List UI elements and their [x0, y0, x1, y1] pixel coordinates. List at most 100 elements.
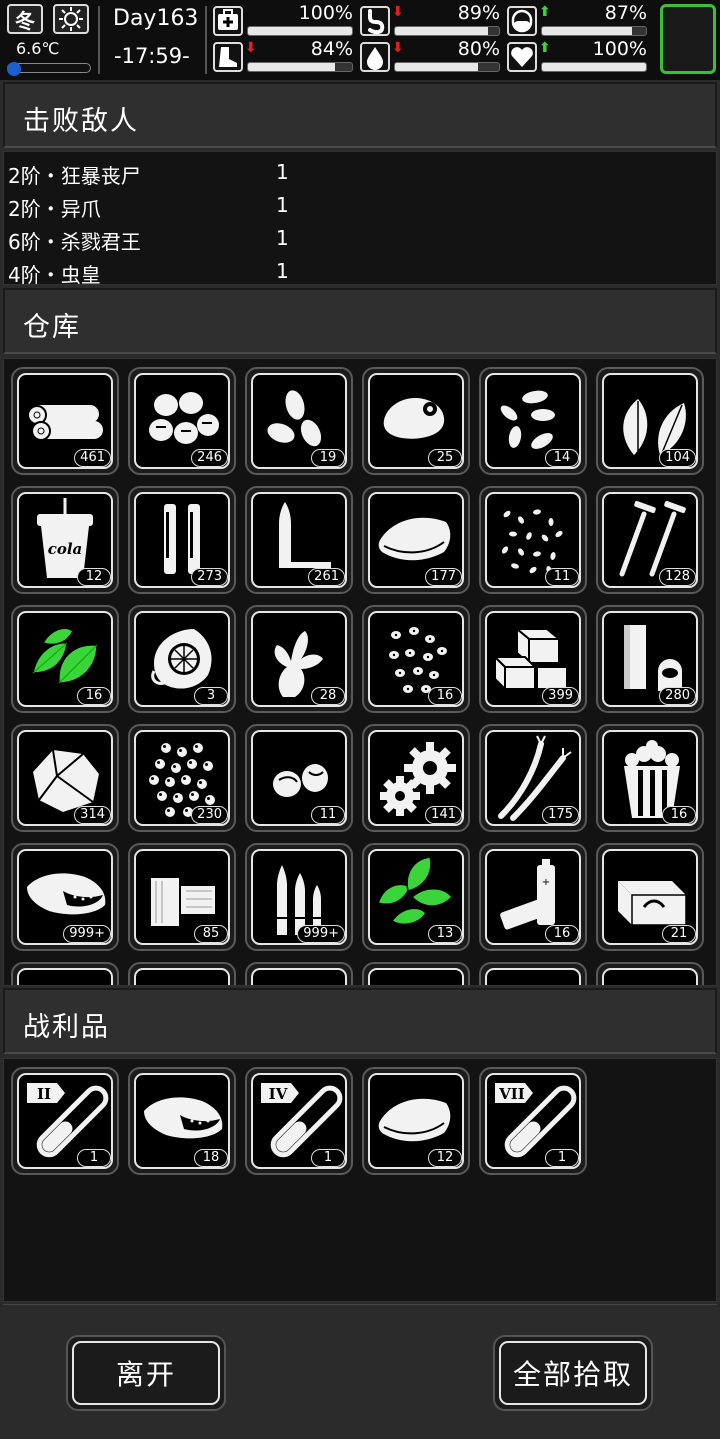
- inventory-slot[interactable]: 14: [479, 367, 587, 475]
- inventory-slot[interactable]: 16: [596, 724, 704, 832]
- inventory-slot[interactable]: 177: [362, 486, 470, 594]
- inventory-slot[interactable]: 11: [245, 724, 353, 832]
- boot-icon: [213, 42, 243, 72]
- temperature-indicator: [7, 62, 21, 76]
- stat-value: 84%: [310, 38, 353, 60]
- inventory-slot[interactable]: 12: [362, 1067, 470, 1175]
- inventory-slot[interactable]: cola 12: [11, 486, 119, 594]
- item-quantity: 261: [308, 568, 345, 586]
- stat-value: 100%: [592, 38, 647, 60]
- inventory-slot[interactable]: 246: [128, 367, 236, 475]
- item-quantity: 314: [74, 806, 111, 824]
- stat-bar: [247, 62, 353, 72]
- item-quantity: 175: [542, 806, 579, 824]
- item-quantity: 999+: [63, 925, 111, 943]
- item-icon: [134, 968, 230, 985]
- inventory-slot[interactable]: [128, 962, 236, 985]
- up-arrow-icon: ⬆: [539, 4, 551, 20]
- inventory-slot[interactable]: 85: [128, 843, 236, 951]
- enemy-count: 1: [276, 160, 289, 184]
- inventory-slot[interactable]: 175: [479, 724, 587, 832]
- inventory-slot[interactable]: +16: [479, 843, 587, 951]
- stat-mood: ⬆ 100%: [507, 38, 647, 74]
- inventory-slot[interactable]: 999+: [245, 843, 353, 951]
- enemy-name: 2阶・异爪: [8, 197, 101, 221]
- inventory-slot[interactable]: 280: [596, 605, 704, 713]
- item-quantity: 999+: [297, 925, 345, 943]
- item-quantity: 85: [194, 925, 228, 943]
- inventory-slot[interactable]: VII 1: [479, 1067, 587, 1175]
- inventory-slot[interactable]: 230: [128, 724, 236, 832]
- stat-hunger: ⬇ 89%: [360, 2, 500, 38]
- inventory-slot[interactable]: 28: [245, 605, 353, 713]
- inventory-slot[interactable]: 21: [596, 843, 704, 951]
- item-icon: [485, 968, 581, 985]
- inventory-slot[interactable]: [245, 962, 353, 985]
- enemy-count: 1: [276, 226, 289, 250]
- item-quantity: 16: [77, 687, 111, 705]
- inventory-slot[interactable]: 13: [362, 843, 470, 951]
- item-icon: [602, 968, 698, 985]
- inventory-slot[interactable]: 128: [596, 486, 704, 594]
- item-quantity: 16: [662, 806, 696, 824]
- inventory-slot[interactable]: 261: [245, 486, 353, 594]
- item-quantity: 280: [659, 687, 696, 705]
- divider: [98, 6, 100, 74]
- enemies-title: 击败敌人: [23, 106, 139, 137]
- loot-grid[interactable]: II 1 18 IV 1 12 VII 1: [3, 1058, 717, 1302]
- item-quantity: 12: [77, 568, 111, 586]
- stat-bar: [247, 26, 353, 36]
- item-quantity: 18: [194, 1149, 228, 1167]
- item-quantity: 25: [428, 449, 462, 467]
- inventory-slot[interactable]: 16: [362, 605, 470, 713]
- inventory-slot[interactable]: 999+: [11, 843, 119, 951]
- pill-icon: [507, 6, 537, 36]
- inventory-slot[interactable]: 104: [596, 367, 704, 475]
- enemy-name: 2阶・狂暴丧尸: [8, 164, 141, 188]
- item-quantity: 16: [428, 687, 462, 705]
- inventory-slot[interactable]: [362, 962, 470, 985]
- inventory-slot[interactable]: 11: [479, 486, 587, 594]
- inventory-slot[interactable]: 18: [128, 1067, 236, 1175]
- enemy-count: 1: [276, 193, 289, 217]
- stat-bar: [394, 26, 500, 36]
- heart-icon: [507, 42, 537, 72]
- equipped-slot[interactable]: [660, 4, 716, 74]
- inventory-slot[interactable]: IV 1: [245, 1067, 353, 1175]
- leave-button[interactable]: 离开: [66, 1335, 226, 1411]
- inventory-slot[interactable]: 3: [128, 605, 236, 713]
- item-quantity: 16: [545, 925, 579, 943]
- item-icon: [17, 968, 113, 985]
- inventory-slot[interactable]: 19: [245, 367, 353, 475]
- inventory-slot[interactable]: 314: [11, 724, 119, 832]
- inventory-slot[interactable]: 25: [362, 367, 470, 475]
- inventory-slot[interactable]: II 1: [11, 1067, 119, 1175]
- item-quantity: 1: [311, 1149, 345, 1167]
- inventory-slot[interactable]: 461: [11, 367, 119, 475]
- inventory-slot[interactable]: [479, 962, 587, 985]
- item-quantity: 11: [545, 568, 579, 586]
- take-all-button[interactable]: 全部拾取: [493, 1335, 653, 1411]
- inventory-slot[interactable]: 16: [11, 605, 119, 713]
- inventory-slot[interactable]: [596, 962, 704, 985]
- stat-bar: [394, 62, 500, 72]
- stat-bar-fill: [542, 63, 646, 71]
- stat-health: 100%: [213, 2, 353, 38]
- inventory-slot[interactable]: 399: [479, 605, 587, 713]
- storage-grid[interactable]: 461 246 19 25 14 104 cola 12 273 261 177 11 128 16 3 28…: [3, 358, 717, 986]
- down-arrow-icon: ⬇: [392, 4, 404, 20]
- stat-medicine: ⬆ 87%: [507, 2, 647, 38]
- stat-bar-fill: [542, 27, 633, 35]
- inventory-slot[interactable]: [11, 962, 119, 985]
- item-quantity: 141: [425, 806, 462, 824]
- inventory-slot[interactable]: 273: [128, 486, 236, 594]
- svg-text:+: +: [542, 877, 550, 888]
- temperature: 6.6℃: [16, 39, 60, 58]
- item-quantity: 21: [662, 925, 696, 943]
- stat-bar-fill: [248, 63, 336, 71]
- leave-label: 离开: [72, 1341, 220, 1405]
- down-arrow-icon: ⬇: [245, 40, 257, 56]
- inventory-slot[interactable]: 141: [362, 724, 470, 832]
- enemies-header: 击败敌人: [3, 82, 717, 148]
- enemy-count: 1: [276, 259, 289, 283]
